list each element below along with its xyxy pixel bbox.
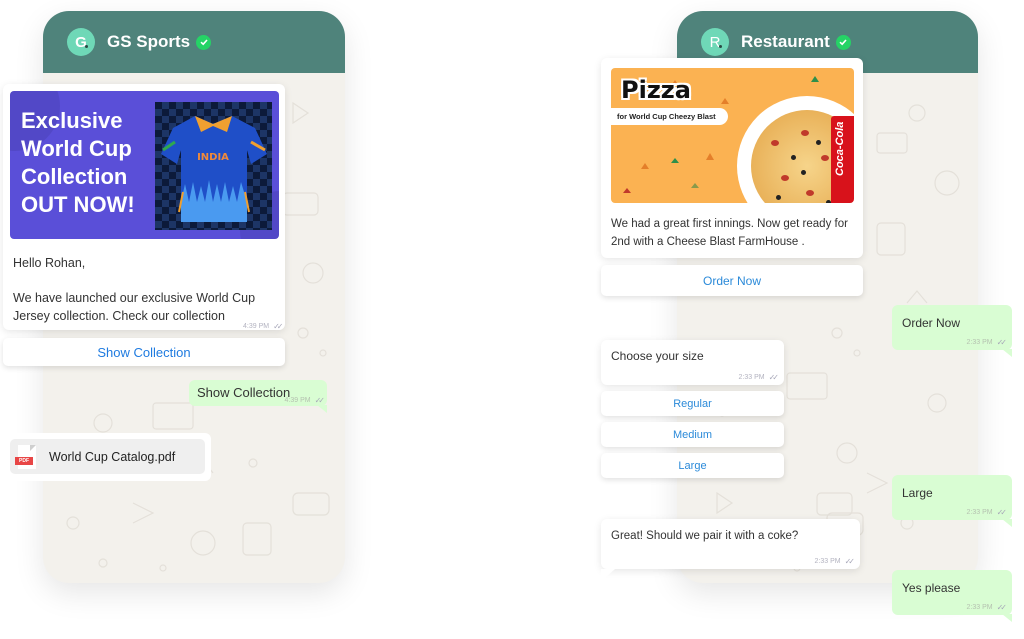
double-tick-icon: ✓✓ [768,373,780,382]
outgoing-message: Yes please 2:33 PM ✓✓ [892,570,1012,622]
size-option-regular[interactable]: Regular [601,391,784,416]
coke-can-image: Coca-Cola [831,116,854,203]
avatar-dot [719,45,722,48]
timestamp-text: 2:33 PM [966,509,993,516]
order-now-button[interactable]: Order Now [601,265,863,296]
pizza-promo-image[interactable]: Pizza for World Cup Cheezy Blast Coca-Co… [611,68,854,203]
double-tick-icon: ✓✓ [996,338,1008,347]
pizza-subline: for World Cup Cheezy Blast [611,108,728,125]
outgoing-text: Large [902,486,933,500]
outgoing-text: Show Collection [197,385,291,400]
chat-header: G GS Sports [43,11,345,73]
bubble-tail [1002,614,1012,622]
outgoing-message: Order Now 2:33 PM ✓✓ [892,305,1012,357]
outgoing-timestamp: 4:39 PM ✓✓ [284,396,326,405]
message-body: We had a great first innings. Now get re… [611,218,848,248]
size-option-large[interactable]: Large [601,453,784,478]
bubble-tail [317,405,327,413]
jersey-illustration: INDIA [161,116,267,222]
pdf-attachment-message[interactable]: PDF World Cup Catalog.pdf [5,433,211,481]
promo-title-line: Exclusive [21,108,123,133]
incoming-message: Great! Should we pair it with a coke? 2:… [601,519,860,569]
incoming-text: Great! Should we pair it with a coke? [611,530,799,542]
pdf-badge: PDF [15,456,33,465]
message-timestamp: 2:33 PM ✓✓ [814,557,856,566]
timestamp-text: 4:39 PM [284,397,311,404]
outgoing-timestamp: 2:33 PM ✓✓ [966,508,1008,517]
attachment-filename: World Cup Catalog.pdf [49,449,176,464]
verified-badge-icon [196,34,212,50]
contact-avatar[interactable]: G [67,28,95,56]
promo-title-line: World Cup [21,136,132,161]
bubble-tail [1002,349,1012,357]
timestamp-text: 2:33 PM [814,558,841,565]
double-tick-icon: ✓✓ [273,322,284,331]
size-prompt-text: Choose your size [611,349,704,363]
pizza-headline: Pizza [621,76,691,104]
double-tick-icon: ✓✓ [996,603,1008,612]
jersey-image: INDIA [155,102,272,230]
outgoing-message: Large 2:33 PM ✓✓ [892,475,1012,527]
bubble-tail [1002,519,1012,527]
promo-title-line: Collection [21,164,128,189]
size-prompt-message: Choose your size 2:33 PM ✓✓ [601,340,784,385]
outgoing-timestamp: 2:33 PM ✓✓ [966,338,1008,347]
outgoing-text: Order Now [902,316,961,330]
outgoing-timestamp: 2:33 PM ✓✓ [966,603,1008,612]
timestamp-text: 2:33 PM [738,374,765,381]
pdf-file-icon: PDF [15,444,36,469]
message-timestamp: 4:39 PM ✓✓ [243,322,284,331]
timestamp-text: 2:33 PM [966,604,993,611]
pdf-attachment[interactable]: PDF World Cup Catalog.pdf [10,439,205,474]
verified-badge-icon [835,34,851,50]
bubble-tail [601,569,615,581]
timestamp-text: 4:39 PM [243,323,270,330]
double-tick-icon: ✓✓ [314,396,326,405]
double-tick-icon: ✓✓ [844,557,856,566]
timestamp-text: 2:33 PM [966,339,993,346]
double-tick-icon: ✓✓ [996,508,1008,517]
promo-banner-image[interactable]: Exclusive World Cup Collection OUT NOW! … [10,91,279,239]
message-timestamp: 2:33 PM ✓✓ [738,373,780,382]
promo-title: Exclusive World Cup Collection OUT NOW! [21,107,161,219]
outgoing-message: Show Collection 4:39 PM ✓✓ [189,380,327,413]
can-brand-text: Coca-Cola [834,121,846,176]
contact-avatar[interactable]: R [701,28,729,56]
message-greeting: Hello Rohan, [13,256,86,270]
size-option-medium[interactable]: Medium [601,422,784,447]
outgoing-text: Yes please [902,581,961,595]
jersey-text: INDIA [197,152,229,163]
avatar-dot [85,45,88,48]
promo-title-line: OUT NOW! [21,192,135,217]
contact-name: Restaurant [741,32,830,51]
avatar-initial: G [75,33,87,51]
contact-name: GS Sports [107,32,191,51]
message-body: We have launched our exclusive World Cup… [13,291,256,323]
avatar-initial: R [709,33,721,51]
show-collection-button[interactable]: Show Collection [3,338,285,366]
